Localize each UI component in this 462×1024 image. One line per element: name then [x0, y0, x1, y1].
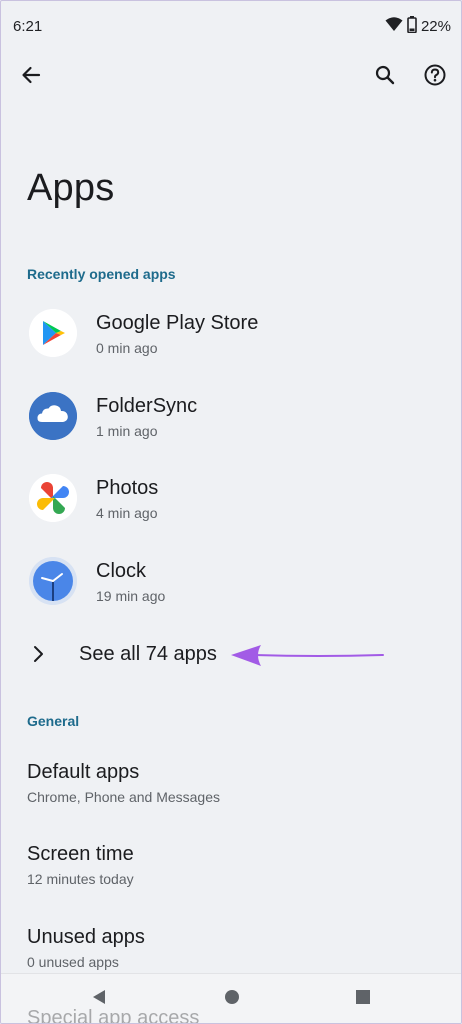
chevron-right-icon: [31, 644, 45, 669]
app-row-clock[interactable]: Clock 19 min ago: [1, 549, 461, 629]
nav-recents-button[interactable]: [351, 987, 375, 1011]
help-button[interactable]: [415, 57, 455, 97]
arrow-left-icon: [21, 65, 41, 90]
pinwheel-icon: [29, 474, 77, 522]
battery-percent: 22%: [420, 17, 451, 35]
app-name: Photos: [96, 477, 159, 499]
top-app-bar: [1, 53, 461, 101]
app-last-opened: 4 min ago: [96, 505, 158, 521]
recent-apps-header: Recently opened apps: [27, 266, 176, 282]
app-row-google-play-store[interactable]: Google Play Store 0 min ago: [1, 301, 461, 381]
status-icons: 22%: [385, 15, 451, 37]
square-recents-icon: [355, 989, 371, 1010]
app-name: Google Play Store: [96, 312, 259, 334]
circle-home-icon: [224, 989, 240, 1010]
status-time: 6:21: [13, 18, 43, 35]
special-app-access-item-partial: Special app access: [27, 1007, 200, 1024]
search-button[interactable]: [365, 57, 405, 97]
see-all-apps-label: See all 74 apps: [79, 643, 217, 665]
pref-title: Screen time: [27, 843, 134, 865]
screen: 6:21 22% Apps Recently opened apps Googl…: [0, 0, 462, 1024]
app-last-opened: 1 min ago: [96, 423, 158, 439]
pref-title: Unused apps: [27, 926, 145, 948]
annotation-arrow-icon: [229, 643, 389, 678]
status-bar: 6:21 22%: [1, 1, 461, 49]
nav-home-button[interactable]: [220, 987, 244, 1011]
pref-summary: 0 unused apps: [27, 954, 119, 970]
app-name: Clock: [96, 560, 147, 582]
page-title: Apps: [27, 167, 115, 209]
battery-icon: [407, 15, 417, 37]
help-icon: [424, 64, 446, 91]
pref-title: Default apps: [27, 761, 140, 783]
app-last-opened: 19 min ago: [96, 588, 166, 604]
play-store-icon: [29, 309, 77, 357]
app-last-opened: 0 min ago: [96, 340, 158, 356]
cloud-icon: [29, 392, 77, 440]
back-button[interactable]: [11, 57, 51, 97]
app-row-photos[interactable]: Photos 4 min ago: [1, 466, 461, 546]
wifi-icon: [385, 16, 403, 36]
app-name: FolderSync: [96, 395, 198, 417]
pref-summary: Chrome, Phone and Messages: [27, 789, 220, 805]
screen-time-item[interactable]: Screen time 12 minutes today: [1, 843, 461, 913]
default-apps-item[interactable]: Default apps Chrome, Phone and Messages: [1, 761, 461, 831]
search-icon: [375, 65, 395, 90]
app-row-foldersync[interactable]: FolderSync 1 min ago: [1, 384, 461, 464]
pref-summary: 12 minutes today: [27, 871, 134, 887]
general-header: General: [27, 713, 80, 729]
clock-icon: [29, 557, 77, 605]
